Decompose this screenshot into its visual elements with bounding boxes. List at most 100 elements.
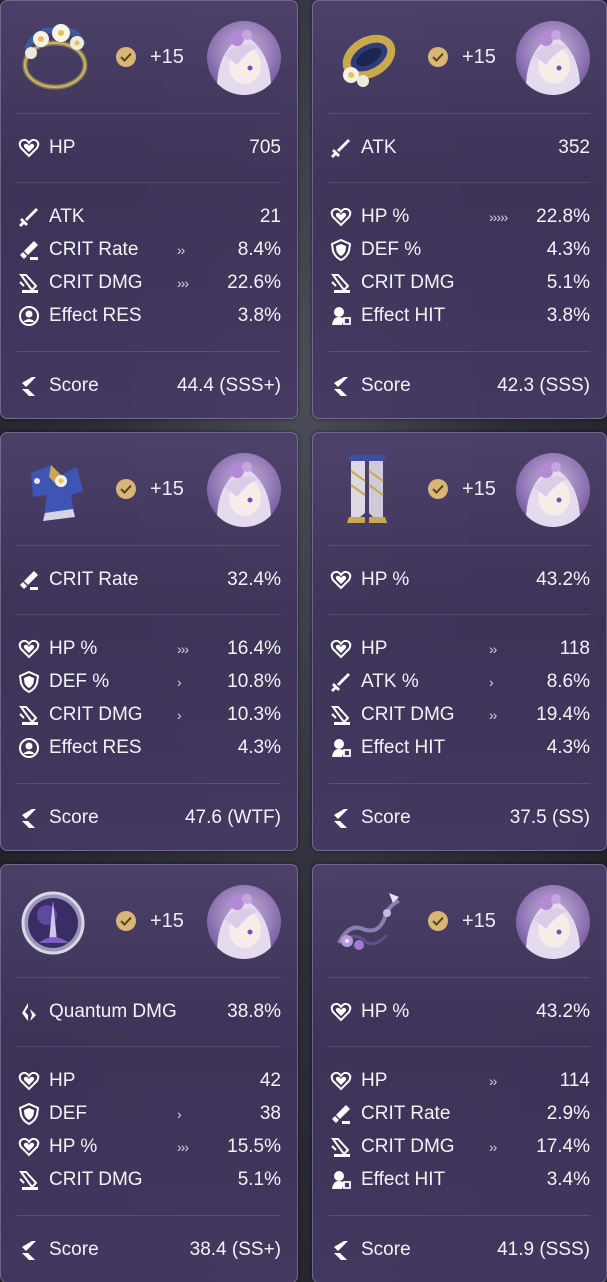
stat-name: CRIT DMG [361, 1135, 455, 1157]
score-icon [17, 806, 41, 830]
stat-value: 43.2% [536, 568, 590, 590]
stat-name: DEF [49, 1102, 87, 1124]
hp-icon [17, 1069, 41, 1093]
substat-row: HP % ››› 15.5% [17, 1130, 281, 1163]
score-icon [17, 1238, 41, 1262]
hp-icon [17, 1135, 41, 1159]
substat-row: DEF % › 10.8% [17, 665, 281, 698]
score-row: Score 44.4 (SSS+) [17, 369, 281, 402]
stat-name: HP [49, 1069, 76, 1091]
substat-row: Effect HIT 3.8% [329, 299, 590, 332]
score-row: Score 41.9 (SSS) [329, 1233, 590, 1266]
stat-name: HP [361, 637, 388, 659]
substat-row: CRIT Rate 2.9% [329, 1097, 590, 1130]
stat-name: HP % [49, 637, 98, 659]
stat-value: 118 [559, 637, 590, 659]
roll-indicator: ››› [177, 640, 189, 657]
divider [17, 182, 281, 183]
stat-name: ATK % [361, 670, 419, 692]
score-value: 44.4 (SSS+) [176, 374, 281, 396]
substat-row: CRIT DMG › 10.3% [17, 698, 281, 731]
score-row: Score 42.3 (SSS) [329, 369, 590, 402]
substat-row: Effect RES 3.8% [17, 299, 281, 332]
substat-row: CRIT DMG 5.1% [17, 1163, 281, 1196]
roll-indicator: ››› [177, 274, 189, 291]
stat-value: 2.9% [546, 1102, 590, 1124]
roll-indicator: ›› [489, 1138, 497, 1155]
stat-value: 38 [259, 1102, 281, 1124]
check-badge-icon [116, 47, 136, 67]
divider [329, 1215, 590, 1216]
stat-value: 32.4% [227, 568, 281, 590]
relic-level: +15 [462, 910, 496, 932]
score-icon [329, 1238, 353, 1262]
character-avatar [207, 21, 281, 95]
roll-indicator: ››››› [489, 208, 508, 225]
hp-icon [329, 637, 353, 661]
stat-name: CRIT DMG [49, 271, 143, 293]
stat-name: HP % [361, 205, 410, 227]
stat-value: 21 [259, 205, 281, 227]
stat-name: Effect RES [49, 304, 142, 326]
divider [17, 614, 281, 615]
roll-indicator: › [177, 673, 182, 690]
relic-level: +15 [150, 46, 184, 68]
score-row: Score 47.6 (WTF) [17, 801, 281, 834]
crit-dmg-icon [17, 271, 41, 295]
stat-name: Effect HIT [361, 304, 446, 326]
def-icon [17, 670, 41, 694]
score-label: Score [361, 1238, 411, 1260]
divider [329, 351, 590, 352]
character-avatar [516, 21, 590, 95]
stat-value: 114 [559, 1069, 590, 1091]
stat-name: ATK [361, 136, 397, 158]
relic-card-body[interactable]: +15 CRIT Rate 32.4% HP % ››› 16.4% DEF %… [0, 432, 298, 851]
score-label: Score [49, 1238, 99, 1260]
relic-card-hands[interactable]: +15 ATK 352 HP % ››››› 22.8% DEF % 4.3% … [312, 0, 607, 419]
divider [329, 614, 590, 615]
stat-value: 352 [558, 136, 590, 158]
quantum-dmg-icon [17, 1000, 41, 1024]
relic-card-head[interactable]: +15 HP 705 ATK 21 CRIT Rate ›› 8.4% CRIT… [0, 0, 298, 419]
planar-sphere-icon [17, 883, 93, 959]
check-badge-icon [428, 47, 448, 67]
substat-row: CRIT Rate ›› 8.4% [17, 233, 281, 266]
divider [17, 351, 281, 352]
relic-card-rope[interactable]: +15 HP % 43.2% HP ›› 114 CRIT Rate 2.9% … [312, 864, 607, 1282]
score-label: Score [49, 374, 99, 396]
hp-icon [17, 136, 41, 160]
stat-value: 15.5% [227, 1135, 281, 1157]
hp-icon [329, 1000, 353, 1024]
main-stat: HP % 43.2% [329, 563, 590, 596]
divider [329, 545, 590, 546]
divider [329, 1046, 590, 1047]
relic-card-feet[interactable]: +15 HP % 43.2% HP ›› 118 ATK % › 8.6% CR… [312, 432, 607, 851]
score-icon [17, 374, 41, 398]
crit-rate-icon [17, 568, 41, 592]
stat-value: 8.4% [237, 238, 281, 260]
stat-value: 10.3% [227, 703, 281, 725]
stat-value: 19.4% [536, 703, 590, 725]
divider [17, 113, 281, 114]
effect-hit-icon [329, 736, 353, 760]
roll-indicator: ›› [489, 640, 497, 657]
relic-card-sphere[interactable]: +15 Quantum DMG 38.8% HP 42 DEF › 38 HP … [0, 864, 298, 1282]
crit-rate-icon [329, 1102, 353, 1126]
roll-indicator: ››› [177, 1138, 189, 1155]
substat-row: DEF % 4.3% [329, 233, 590, 266]
divider [17, 1215, 281, 1216]
crit-dmg-icon [329, 271, 353, 295]
substat-row: CRIT DMG ›› 17.4% [329, 1130, 590, 1163]
body-robe-icon [17, 451, 93, 527]
roll-indicator: ›› [177, 241, 185, 258]
stat-value: 43.2% [536, 1000, 590, 1022]
stat-name: HP [361, 1069, 388, 1091]
effect-hit-icon [329, 1168, 353, 1192]
roll-indicator: ›› [489, 706, 497, 723]
main-stat: HP 705 [17, 131, 281, 164]
relic-level: +15 [150, 478, 184, 500]
stat-name: CRIT Rate [361, 1102, 451, 1124]
crit-rate-icon [17, 238, 41, 262]
stat-value: 3.8% [546, 304, 590, 326]
stat-value: 4.3% [546, 238, 590, 260]
